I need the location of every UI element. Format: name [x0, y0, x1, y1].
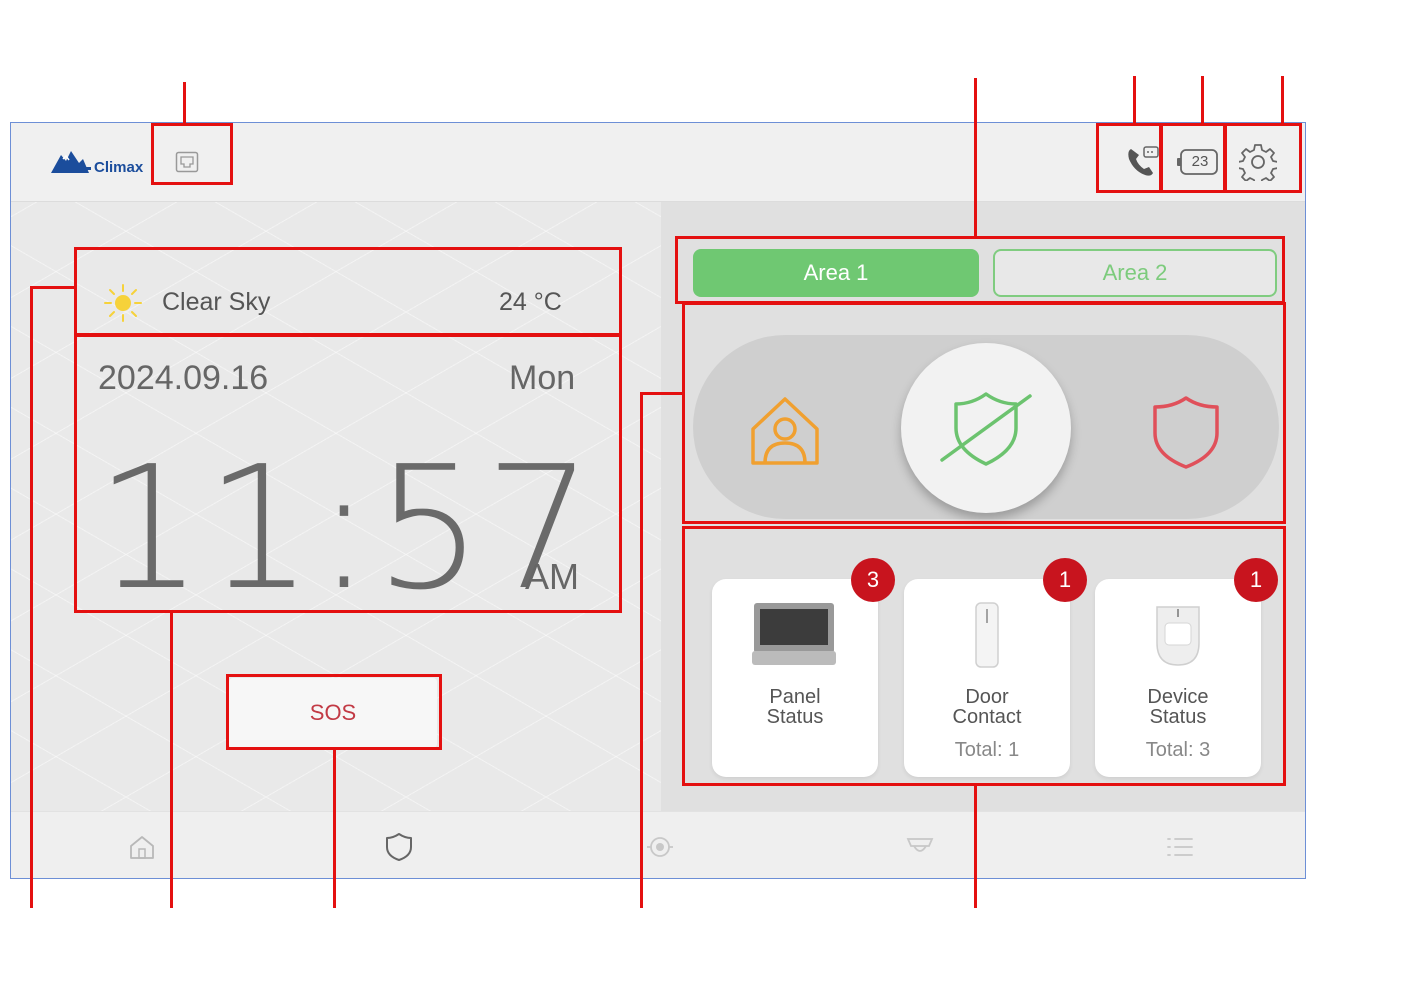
camera-icon[interactable]: [640, 830, 680, 864]
annotation-line-status-cards: [974, 785, 977, 908]
annotation-box-network: [151, 123, 233, 185]
climax-logo-icon: [49, 145, 91, 177]
annotation-box-battery: [1160, 123, 1226, 193]
cctv-icon[interactable]: [900, 830, 940, 864]
annotation-line-weather-v: [30, 286, 33, 908]
annotation-line-settings: [1281, 76, 1284, 124]
logo-text: Climax: [94, 159, 144, 176]
annotation-box-status-cards: [682, 526, 1286, 786]
annotation-box-arm-modes: [682, 302, 1286, 524]
home-icon[interactable]: [122, 830, 162, 864]
annotation-line-arm-modes-v: [640, 392, 643, 908]
annotation-line-battery: [1201, 76, 1204, 124]
annotation-line-phone: [1133, 76, 1136, 124]
annotation-line-arm-modes-h: [640, 392, 684, 395]
annotation-box-area-tabs: [675, 236, 1285, 304]
annotation-box-phone: [1096, 123, 1162, 193]
annotation-box-weather: [74, 247, 622, 337]
bottom-nav: [11, 811, 1305, 878]
annotation-line-sos: [333, 749, 336, 908]
list-icon[interactable]: [1160, 830, 1200, 864]
shield-icon[interactable]: [379, 830, 419, 864]
annotation-line-weather-h: [30, 286, 76, 289]
annotation-line-network: [183, 82, 186, 124]
annotation-line-clock: [170, 612, 173, 908]
annotation-box-clock: [74, 333, 622, 613]
annotation-line-area-tabs: [974, 78, 977, 238]
annotation-box-settings: [1224, 123, 1302, 193]
annotation-box-sos: [226, 674, 442, 750]
